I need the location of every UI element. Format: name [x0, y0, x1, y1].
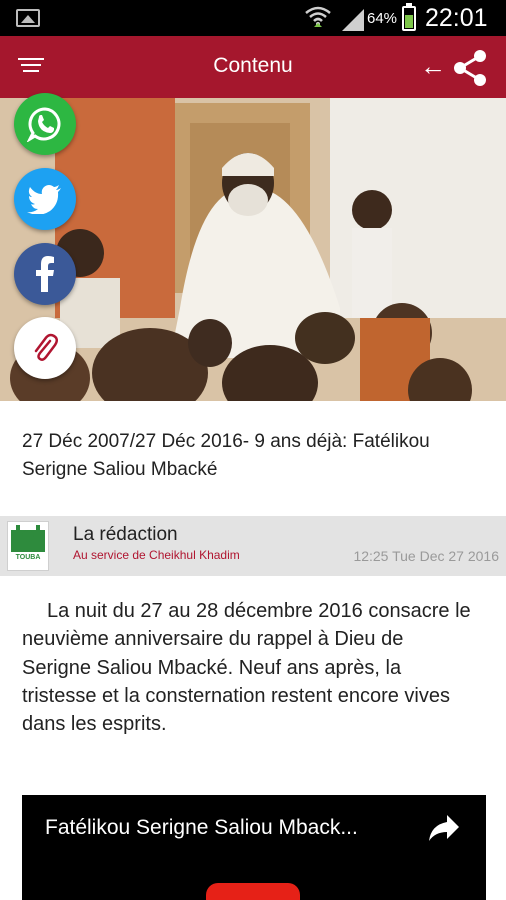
logo-text: TOUBA	[16, 554, 41, 561]
author-name[interactable]: La rédaction	[73, 524, 178, 546]
photo-illustration	[0, 98, 506, 401]
facebook-share-button[interactable]	[14, 243, 76, 305]
facebook-icon	[36, 256, 54, 292]
app-bar: Contenu ←	[0, 36, 506, 98]
post-timestamp: 12:25 Tue Dec 27 2016	[353, 548, 499, 564]
twitter-share-button[interactable]	[14, 168, 76, 230]
battery-icon	[402, 3, 416, 31]
video-embed[interactable]: Fatélikou Serigne Saliou Mback...	[22, 795, 486, 900]
twitter-icon	[27, 185, 61, 214]
battery-percent: 64%	[367, 10, 398, 27]
paperclip-icon	[34, 333, 58, 361]
article-photo	[0, 98, 506, 401]
touba-logo-icon: TOUBA	[11, 525, 45, 561]
gallery-icon	[16, 9, 40, 27]
signal-icon	[342, 9, 364, 31]
clock: 22:01	[425, 4, 488, 32]
video-title[interactable]: Fatélikou Serigne Saliou Mback...	[45, 816, 420, 840]
wifi-icon	[305, 6, 331, 27]
share-icon[interactable]	[450, 48, 490, 88]
article-body: La nuit du 27 au 28 décembre 2016 consac…	[22, 600, 471, 736]
play-button[interactable]	[206, 883, 300, 900]
copy-link-button[interactable]	[14, 317, 76, 379]
author-logo: TOUBA	[7, 521, 49, 571]
article-headline: 27 Déc 2007/27 Déc 2016- 9 ans déjà: Fat…	[22, 431, 430, 480]
status-bar: 64% 22:01	[0, 0, 506, 36]
video-share-icon[interactable]	[427, 813, 461, 843]
author-tagline: Au service de Cheikhul Khadim	[73, 548, 240, 562]
author-bar: TOUBA La rédaction Au service de Cheikhu…	[0, 516, 506, 576]
battery-fill	[405, 14, 413, 28]
whatsapp-share-button[interactable]	[14, 93, 76, 155]
back-arrow-icon[interactable]: ←	[418, 51, 448, 81]
whatsapp-icon	[27, 107, 61, 142]
